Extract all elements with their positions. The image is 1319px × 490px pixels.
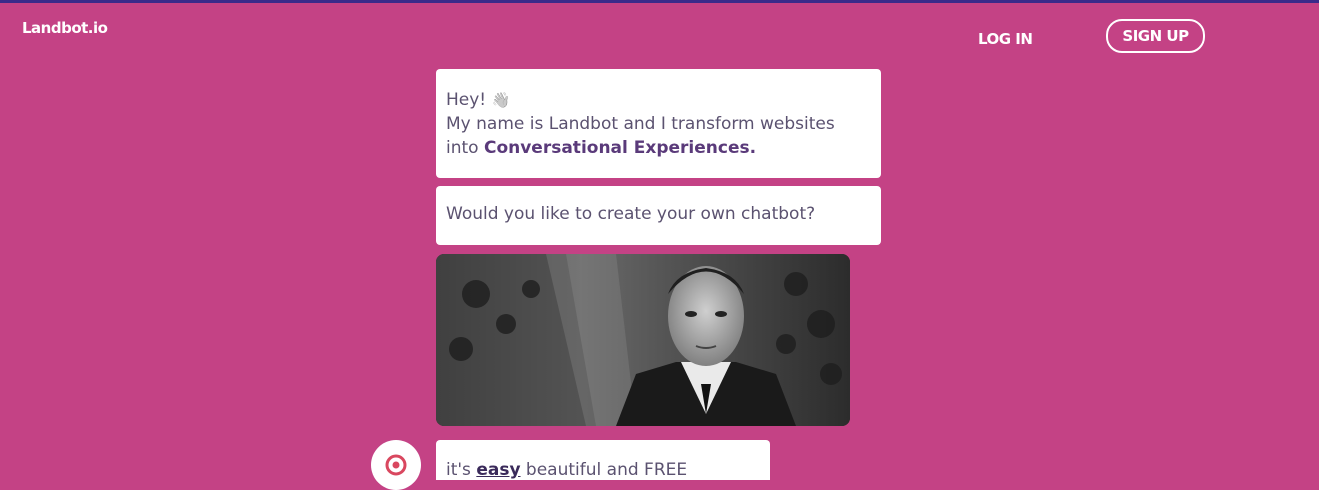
- pitch-highlight: easy: [476, 460, 521, 480]
- greeting-line-1: Hey! 👋: [446, 90, 511, 110]
- chat-message-question: Would you like to create your own chatbo…: [436, 186, 881, 245]
- waving-hand-icon: 👋: [491, 91, 511, 109]
- question-text: Would you like to create your own chatbo…: [446, 204, 816, 224]
- man-in-suit-gif: [436, 254, 850, 426]
- landbot-logo-icon: [385, 454, 407, 476]
- chat-message-pitch: it's easy beautiful and FREE: [436, 440, 770, 480]
- greeting-line-2: My name is Landbot and I transform websi…: [446, 114, 835, 134]
- login-link[interactable]: LOG IN: [978, 30, 1033, 48]
- logo[interactable]: Landbot.io: [22, 19, 108, 37]
- greeting-highlight: Conversational Experiences.: [483, 138, 757, 158]
- signup-button[interactable]: SIGN UP: [1106, 19, 1205, 53]
- greeting-line-3: into Conversational Experiences.: [446, 138, 757, 158]
- chat-message-greeting: Hey! 👋 My name is Landbot and I transfor…: [436, 69, 881, 178]
- signup-button-label: SIGN UP: [1122, 27, 1189, 45]
- bot-avatar: [371, 440, 421, 490]
